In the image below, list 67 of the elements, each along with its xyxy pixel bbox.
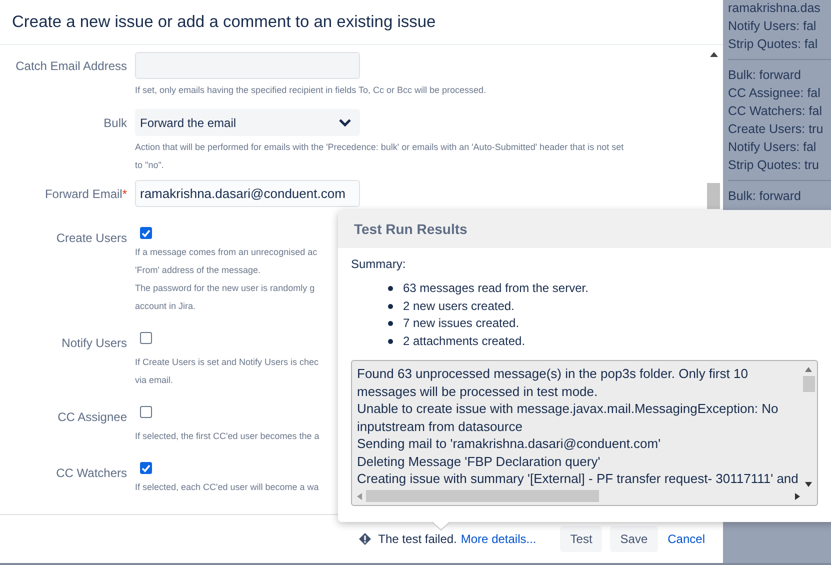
details-link[interactable]: More details... [460,532,536,546]
panel-text: Bulk: forward [728,67,802,84]
help-text: If a message comes from an unrecognised ac [135,246,318,259]
dialog-title: Create a new issue or add a comment to an existing issue [12,12,436,32]
scroll-thumb[interactable] [707,183,720,209]
cancel-link[interactable]: Cancel [668,532,705,546]
help-text: to "no". [135,159,164,172]
scroll-down-icon [805,482,812,487]
help-text: account in Jira. [135,300,196,313]
field-label: Bulk [104,116,127,130]
summary-item: 63 messages read from the server. [403,280,588,297]
panel-text: Bulk: forward [728,188,802,205]
log-line: Creating issue with summary '[External] - PF transfer request- 30117111' and [357,470,798,488]
summary-item: 2 attachments created. [403,332,526,350]
scroll-thumb[interactable] [366,490,599,502]
panel-text: Notify Users: fal [728,139,818,156]
scroll-right-icon [795,492,800,500]
field-label: CC Assignee [58,410,127,424]
footer-button[interactable]: Save [610,526,658,552]
field-label: Forward Email [44,187,122,201]
checkbox[interactable] [140,227,152,239]
help-text: If selected, the first CC'ed user becomes the a [135,430,320,443]
checkbox[interactable] [140,462,152,474]
warning-icon [359,533,372,545]
panel-text: Strip Quotes: tru [728,157,820,174]
help-text: The password for the new user is randomly g [135,282,315,295]
panel-text: CC Assignee: fal [728,85,822,102]
help-text: If set, only emails having the specified recipient in fields To, Cc or Bcc will be processed. [135,84,486,97]
footer-button[interactable]: Test [560,526,602,552]
bullet-icon [388,321,393,326]
scroll-up-icon [805,367,812,372]
scroll-up-icon [710,51,718,57]
summary-item: 7 new issues created. [403,315,520,332]
chevron-down-icon [338,118,352,128]
log-line: Sending mail to 'ramakrishna.dasari@conduent.com' [357,435,662,452]
required-mark: * [122,187,127,201]
checkbox[interactable] [140,406,152,418]
help-text: 'From' address of the message. [135,264,260,277]
help-text: If Create Users is set and Notify Users is chec [135,356,319,369]
dropdown[interactable]: Forward the email [135,109,360,136]
checkbox[interactable] [140,332,152,344]
panel-text: ramakrishna.das [728,0,822,17]
log-line: Deleting Message 'FBP Declaration query' [357,452,602,470]
bullet-icon [388,286,393,292]
summary-item: 2 new users created. [403,298,514,314]
input-field[interactable] [135,52,360,79]
popup-title: Test Run Results [354,221,468,237]
help-text: via email. [135,374,174,387]
help-text: If selected, each CC'ed user will become a wa [135,481,319,494]
panel-text: CC Watchers: fal [728,103,824,120]
field-label: Notify Users [62,336,127,350]
scroll-thumb[interactable] [802,376,814,392]
summary-label: Summary: [351,257,407,271]
bullet-icon [388,338,393,344]
status-text: The test failed. [378,532,457,546]
help-text: Action that will be performed for emails with the 'Precedence: bulk' or emails with an 'Auto-Submitted' header that is not set [135,141,624,154]
log-line: Unable to create issue with message.javax.mail.MessagingException: No inputstream from datasource [357,400,780,435]
panel-text: Strip Quotes: fal [728,36,819,53]
field-label: Create Users [56,231,127,245]
bullet-icon [388,304,393,309]
panel-text: Create Users: tru [728,121,824,138]
field-label: CC Watchers [56,466,127,480]
log-line: Found 63 unprocessed message(s) in the pop3s folder. Only first 10 messages will be processed in test mode. [357,365,749,400]
scroll-left-icon [357,492,362,500]
panel-text: Notify Users: fal [728,18,818,35]
input-field[interactable]: ramakrishna.dasari@conduent.com [135,180,360,207]
field-label: Catch Email Address [16,59,127,73]
